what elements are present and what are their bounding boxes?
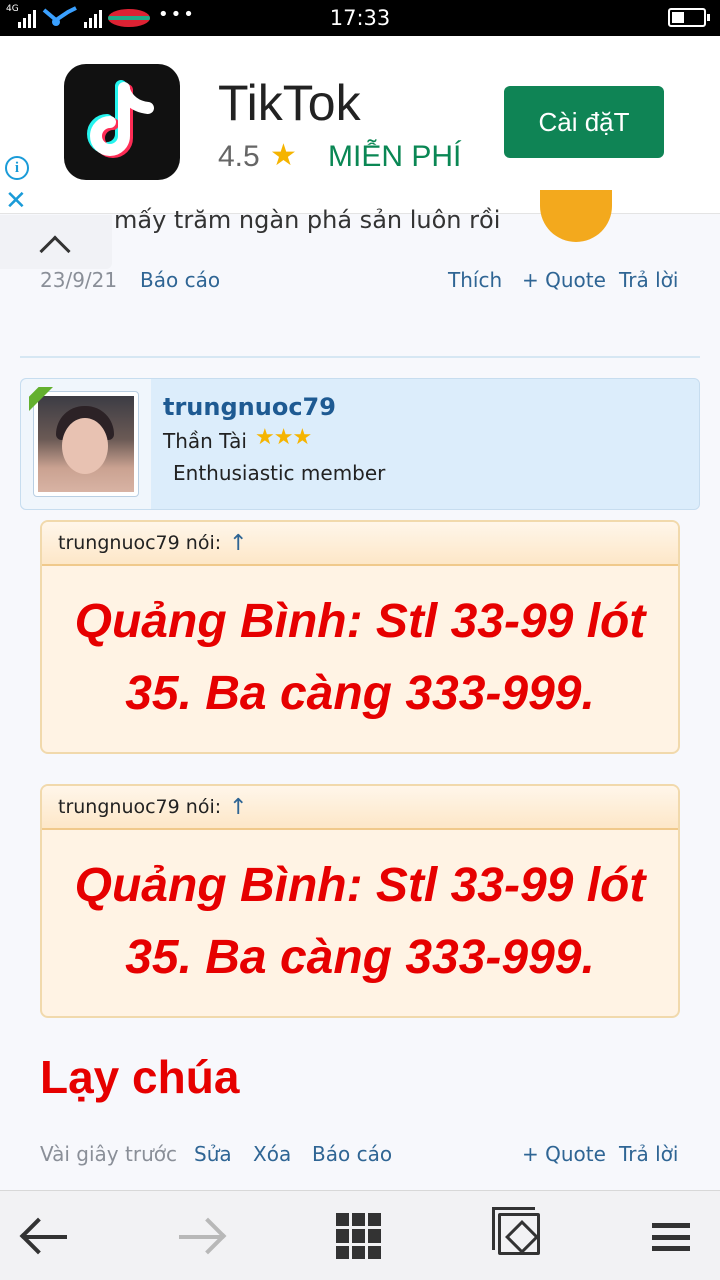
quote-content: Quảng Bình: Stl 33-99 lót 35. Ba càng 33…: [42, 566, 678, 730]
quote-header: trungnuoc79 nói: ↑: [42, 522, 678, 566]
tabs-button[interactable]: [472, 1191, 562, 1280]
delete-link[interactable]: Xóa: [253, 1142, 291, 1166]
quote-link[interactable]: + Quote: [522, 268, 606, 292]
quote-line: Quảng Bình: Stl 33-99 lót: [74, 859, 646, 912]
quote-block: trungnuoc79 nói: ↑ Quảng Bình: Stl 33-99…: [40, 520, 680, 754]
quote-block: trungnuoc79 nói: ↑ Quảng Bình: Stl 33-99…: [40, 784, 680, 1018]
arrow-left-icon: [23, 1235, 67, 1239]
post-divider: [20, 356, 700, 358]
avatar-panel: [21, 379, 151, 509]
previous-post-text: mấy trăm ngàn phá sản luôn rồi: [114, 206, 501, 234]
star-icon: ★: [270, 138, 297, 173]
avatar[interactable]: [33, 391, 139, 497]
reply-link[interactable]: Trả lời: [619, 1142, 678, 1166]
author-username[interactable]: trungnuoc79: [163, 393, 336, 421]
quote-line: 35. Ba càng 333-999.: [125, 931, 595, 984]
quote-line: 35. Ba càng 333-999.: [125, 667, 595, 720]
menu-button[interactable]: [626, 1191, 716, 1280]
tiktok-app-icon[interactable]: [64, 64, 180, 180]
arrow-right-icon: [179, 1235, 223, 1239]
ad-info-icon[interactable]: i: [5, 156, 29, 180]
apps-button[interactable]: [314, 1191, 404, 1280]
author-card: trungnuoc79 Thần Tài ★★★ Enthusiastic me…: [20, 378, 700, 510]
post-date: 23/9/21: [40, 268, 118, 292]
edit-link[interactable]: Sửa: [194, 1142, 232, 1166]
quote-line: Quảng Bình: Stl 33-99 lót: [74, 595, 646, 648]
browser-bottom-bar: [0, 1190, 720, 1280]
post-message: Lạy chúa: [40, 1051, 240, 1103]
jump-to-quote-icon[interactable]: ↑: [229, 531, 247, 556]
reply-link[interactable]: Trả lời: [619, 268, 678, 292]
quote-content: Quảng Bình: Stl 33-99 lót 35. Ba càng 33…: [42, 830, 678, 994]
tabs-icon: [492, 1207, 540, 1255]
ad-app-name[interactable]: TikTok: [218, 74, 361, 132]
quote-header: trungnuoc79 nói: ↑: [42, 786, 678, 830]
rank-stars-icon: ★★★: [255, 425, 312, 450]
ad-rating: 4.5: [218, 140, 260, 173]
quote-link[interactable]: + Quote: [522, 1142, 606, 1166]
author-rank: Enthusiastic member: [173, 461, 386, 485]
back-button[interactable]: [0, 1191, 90, 1280]
ad-price: MIỄN PHÍ: [328, 140, 462, 173]
battery-icon: [668, 8, 710, 27]
status-bar: 4G ••• 17:33: [0, 0, 720, 36]
post-time: Vài giây trước: [40, 1142, 177, 1166]
report-link[interactable]: Báo cáo: [140, 268, 220, 292]
hamburger-menu-icon: [652, 1223, 690, 1251]
clock: 17:33: [329, 6, 391, 30]
jump-to-quote-icon[interactable]: ↑: [229, 795, 247, 820]
install-button[interactable]: Cài đặT: [504, 86, 664, 158]
quote-author: trungnuoc79 nói:: [58, 532, 222, 554]
quote-author: trungnuoc79 nói:: [58, 796, 222, 818]
forward-button[interactable]: [156, 1191, 246, 1280]
ad-close-icon[interactable]: ✕: [5, 186, 27, 216]
report-link[interactable]: Báo cáo: [312, 1142, 392, 1166]
emoji-icon: [540, 190, 612, 242]
grid-icon: [336, 1213, 382, 1259]
like-link[interactable]: Thích: [448, 268, 502, 292]
ad-banner[interactable]: TikTok 4.5 ★ MIỄN PHÍ Cài đặT i ✕: [0, 36, 720, 216]
author-title: Thần Tài: [163, 429, 247, 453]
